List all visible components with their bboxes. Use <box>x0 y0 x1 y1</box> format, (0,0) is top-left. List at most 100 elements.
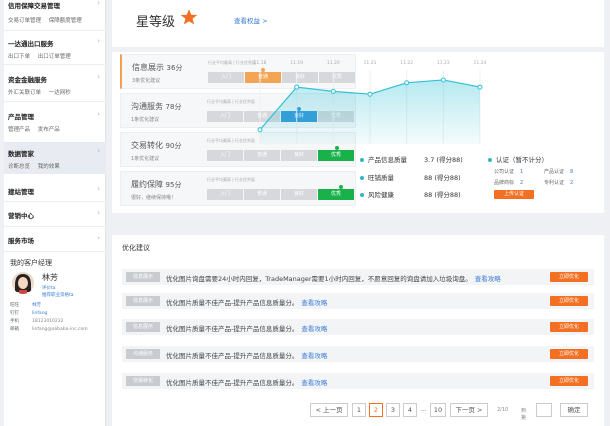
chevron-right-icon: › <box>97 0 100 7</box>
view-guide-link[interactable]: 查看攻略 <box>301 299 327 307</box>
view-rights-link[interactable]: 查看权益 > <box>234 15 268 25</box>
level-segment: 良好 <box>281 150 317 161</box>
page-button[interactable]: 1 <box>352 403 366 417</box>
view-guide-link[interactable]: 查看攻略 <box>301 352 327 360</box>
metric-sub: 很好，继续保持哦！ <box>131 195 177 201</box>
confirm-button[interactable]: 确定 <box>560 403 588 417</box>
view-guide-link[interactable]: 查看攻略 <box>475 275 501 283</box>
metric-label: 信息展示 36分 <box>132 62 182 73</box>
x-tick-label: 11.21 <box>364 60 377 66</box>
x-tick-label: 11.22 <box>400 60 413 66</box>
detail-risk-health: 风险健康 <box>360 189 394 199</box>
sidebar-link[interactable]: 外汇关联订单 <box>8 90 41 96</box>
sidebar-section-export[interactable]: 一达通出口服务 › 出口下单 出口订单管理 <box>4 37 106 60</box>
sidebar-section-services[interactable]: 服务市场 › <box>4 234 106 245</box>
cert-item: 公司认证 1 <box>494 168 523 175</box>
data-point[interactable] <box>330 88 336 94</box>
page-button-current[interactable]: 2 <box>369 403 383 417</box>
level-segment: 普通 <box>244 150 280 161</box>
data-point[interactable] <box>440 77 446 83</box>
sidebar-section-marketing[interactable]: 营销中心 › <box>4 209 106 220</box>
view-guide-link[interactable]: 查看攻略 <box>301 325 327 333</box>
sidebar-link[interactable]: 管理产品 <box>8 127 30 133</box>
suggestion-body: 优化图片询盘需要24小时内回复，TradeManager需要1小时内回复，不愿意… <box>166 275 472 283</box>
suggestion-row: 信息展示 优化图片质量不佳产品-提升产品信息质量分。 查看攻略 立即优化 <box>122 319 594 335</box>
data-point[interactable] <box>367 91 373 97</box>
goto-page-input[interactable] <box>536 403 552 417</box>
optimize-button[interactable]: 立即优化 <box>550 296 588 306</box>
data-point[interactable] <box>257 127 263 133</box>
chevron-right-icon: › <box>97 185 100 193</box>
bullet-dot-icon <box>488 158 492 162</box>
cert-count[interactable]: 1 <box>520 169 523 175</box>
sidebar-section-credit[interactable]: 信用保障交易管理 › 交易订单管理 保障额度管理 <box>4 0 106 24</box>
level-segment-active: 优秀 <box>318 189 354 200</box>
x-tick-label: 11.23 <box>437 60 450 66</box>
sidebar-link[interactable]: 交易订单管理 <box>8 18 41 24</box>
contact-label: 手机 <box>10 319 19 324</box>
suggestion-row: 沟通服务 优化图片质量不佳产品-提升产品信息质量分。 查看攻略 立即优化 <box>122 346 594 362</box>
view-guide-link[interactable]: 查看攻略 <box>301 379 327 387</box>
chevron-right-icon: › <box>97 37 100 45</box>
avatar <box>12 272 34 294</box>
star-icon <box>180 9 198 25</box>
cert-count[interactable]: 2 <box>520 180 523 186</box>
level-segment: 入门 <box>207 150 243 161</box>
metric-avg: 行业平均最高 | 行业优秀值 <box>207 99 255 104</box>
sidebar-link[interactable]: 发布产品 <box>38 127 60 133</box>
sidebar-section-data[interactable]: 数据管家 › 诊断总览 我的效果 <box>4 142 106 174</box>
page-button[interactable]: 3 <box>386 403 400 417</box>
detail-shop-quality: 旺铺质量 <box>360 172 394 182</box>
bullet-dot-icon <box>360 176 364 180</box>
upload-cert-button[interactable]: 上传认证 <box>494 190 534 199</box>
section-title: 优化建议 <box>122 244 150 252</box>
page-button[interactable]: 10 <box>430 403 446 417</box>
metric-score: 36分 <box>166 64 183 72</box>
detail-label: 旺铺质量 <box>368 174 394 182</box>
data-point[interactable] <box>294 84 300 90</box>
goto-label: 到第 <box>521 408 527 421</box>
optimize-button[interactable]: 立即优化 <box>550 349 588 359</box>
sidebar-section-site[interactable]: 建站管理 › <box>4 185 106 196</box>
level-segment-active: 优秀 <box>318 150 354 161</box>
sidebar-link[interactable]: 保障额度管理 <box>49 18 82 24</box>
level-bar: 入门 普通 良好 优秀 <box>207 185 355 200</box>
suggestion-tag: 信息展示 <box>126 296 160 306</box>
email-value[interactable]: linfang@alibaba-inc.com <box>32 327 88 332</box>
suggestion-tag: 沟通服务 <box>126 349 160 359</box>
divider <box>4 64 106 65</box>
next-page-button[interactable]: 下一页 > <box>450 403 488 417</box>
optimize-button[interactable]: 立即优化 <box>550 322 588 332</box>
contact-row: 旺旺 林芳 <box>10 302 41 308</box>
optimize-button[interactable]: 立即优化 <box>550 376 588 386</box>
sidebar-section-products[interactable]: 产品管理 › 管理产品 发布产品 <box>4 110 106 133</box>
data-point[interactable] <box>404 80 410 86</box>
sidebar-link[interactable]: 我的效果 <box>38 164 60 170</box>
cert-title-text: 认证（暂不计分） <box>496 156 548 164</box>
sidebar-link[interactable]: 诊断总览 <box>8 164 30 170</box>
sidebar-link[interactable]: 出口订单管理 <box>38 54 71 60</box>
cert-count[interactable]: 2 <box>570 180 573 186</box>
cert-label: 品牌商标 <box>494 180 515 186</box>
page-button[interactable]: 4 <box>403 403 417 417</box>
sidebar-link[interactable]: 一达网秒 <box>49 90 71 96</box>
suggestion-tag: 交易转化 <box>126 376 160 386</box>
detail-value: 88 (得分88) <box>424 174 461 182</box>
recommend-link[interactable]: 推荐职业资格ta <box>42 292 74 298</box>
cert-item: 品牌商标 2 <box>494 179 523 186</box>
sidebar-section-finance[interactable]: 资金金融服务 › 外汇关联订单 一达网秒 <box>4 73 106 96</box>
cert-label: 产品认证 <box>544 169 565 175</box>
account-manager-name: 林芳 <box>42 273 58 282</box>
sidebar-section-title: 信用保障交易管理 <box>8 2 60 10</box>
divider <box>4 101 106 102</box>
metric-row-fulfillment[interactable]: 履约保障 95分 很好，继续保持哦！ 行业平均最高 | 行业优秀值 入门 普通 … <box>120 171 356 206</box>
suggestion-row: 信息展示 优化图片询盘需要24小时内回复，TradeManager需要1小时内回… <box>122 269 594 285</box>
prev-page-button[interactable]: < 上一页 <box>310 403 348 417</box>
optimize-button[interactable]: 立即优化 <box>550 272 588 282</box>
cert-count[interactable]: 8 <box>570 169 573 175</box>
wangwang-link[interactable]: 林芳 <box>32 303 41 308</box>
sidebar-link[interactable]: 出口下单 <box>8 54 30 60</box>
data-point[interactable] <box>477 84 483 90</box>
rate-link[interactable]: 评价ta <box>42 285 56 291</box>
dingding-link[interactable]: linfang <box>32 311 47 316</box>
